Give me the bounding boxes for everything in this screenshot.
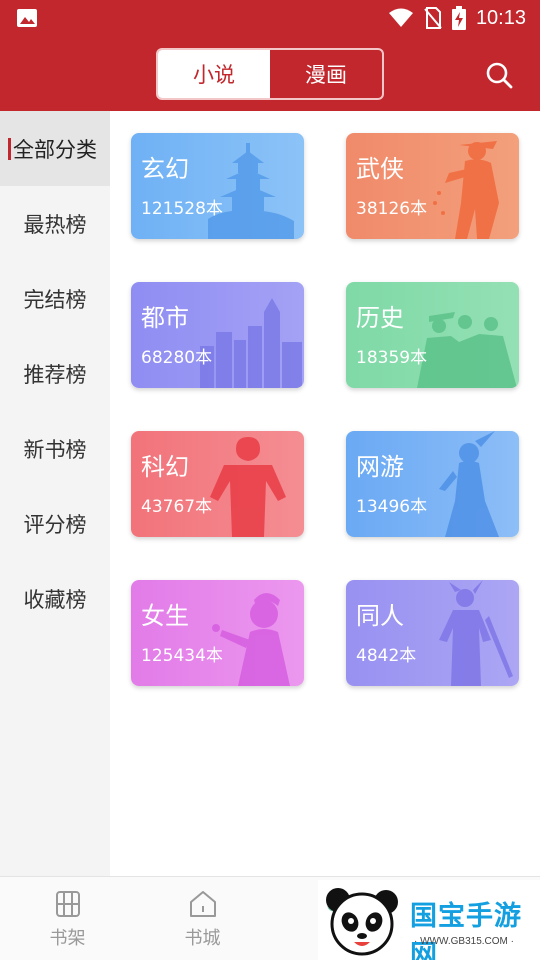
battery-charging-icon (451, 6, 466, 30)
category-count: 4842本 (356, 646, 417, 666)
category-name: 同人 (356, 602, 404, 630)
tab-comic[interactable]: 漫画 (270, 50, 382, 98)
category-name: 女生 (141, 602, 189, 630)
sidebar-item-favorites[interactable]: 收藏榜 (0, 561, 110, 636)
category-card-wuxia[interactable]: 武侠 38126本 (346, 133, 519, 239)
top-header: 小说 漫画 (0, 36, 540, 111)
bookshelf-icon (55, 891, 80, 917)
category-card-xuanhuan[interactable]: 玄幻 121528本 (131, 133, 304, 239)
sidebar-item-recommended[interactable]: 推荐榜 (0, 336, 110, 411)
category-card-tongren[interactable]: 同人 4842本 (346, 580, 519, 686)
watermark-brand: 国宝手游网 (410, 901, 522, 960)
city-skyline-silhouette-icon (200, 298, 302, 388)
elf-girl-silhouette-icon (439, 431, 499, 537)
pagoda-silhouette-icon (208, 143, 294, 239)
clock: 10:13 (475, 6, 526, 29)
category-name: 科幻 (141, 453, 189, 481)
category-count: 68280本 (141, 348, 213, 368)
category-count: 13496本 (356, 497, 428, 517)
category-card-dushi[interactable]: 都市 68280本 (131, 282, 304, 388)
sidebar-item-hottest[interactable]: 最热榜 (0, 186, 110, 261)
warrior-silhouette-icon (439, 580, 513, 686)
category-count: 18359本 (356, 348, 428, 368)
home-icon (189, 891, 216, 917)
category-grid: 玄幻 121528本 武侠 38126本 都市 68280本 历史 18359本… (110, 111, 540, 876)
no-sim-icon (424, 7, 442, 29)
swordsman-silhouette-icon (433, 141, 499, 239)
nav-label: 书架 (49, 928, 86, 949)
category-card-nvsheng[interactable]: 女生 125434本 (131, 580, 304, 686)
sidebar-item-all[interactable]: 全部分类 (0, 111, 110, 186)
status-bar: 10:13 (0, 0, 540, 36)
nav-bookshelf[interactable]: 书架 (0, 877, 135, 960)
sidebar-item-new-books[interactable]: 新书榜 (0, 411, 110, 486)
category-name: 历史 (356, 304, 404, 332)
category-count: 125434本 (141, 646, 223, 666)
nav-bookstore[interactable]: 书城 (135, 877, 270, 960)
watermark-site: · WWW.GB315.COM · (414, 936, 514, 947)
nav-label: 书城 (184, 928, 221, 949)
content-type-switch: 小说 漫画 (156, 48, 384, 100)
category-name: 武侠 (356, 155, 404, 183)
watermark: 国宝手游网 · WWW.GB315.COM · (318, 880, 540, 960)
category-sidebar: 全部分类 最热榜 完结榜 推荐榜 新书榜 评分榜 收藏榜 (0, 111, 110, 876)
category-card-kehuan[interactable]: 科幻 43767本 (131, 431, 304, 537)
category-count: 43767本 (141, 497, 213, 517)
tab-novel[interactable]: 小说 (158, 50, 270, 98)
sidebar-item-completed[interactable]: 完结榜 (0, 261, 110, 336)
search-icon[interactable] (484, 60, 514, 90)
soldiers-silhouette-icon (417, 312, 517, 388)
image-notification-icon (17, 9, 37, 27)
category-card-wangyou[interactable]: 网游 13496本 (346, 431, 519, 537)
category-card-lishi[interactable]: 历史 18359本 (346, 282, 519, 388)
category-name: 玄幻 (141, 155, 189, 183)
category-count: 121528本 (141, 199, 223, 219)
girl-silhouette-icon (212, 593, 290, 686)
sidebar-item-rating[interactable]: 评分榜 (0, 486, 110, 561)
armored-hero-silhouette-icon (210, 437, 286, 537)
category-name: 网游 (356, 453, 404, 481)
category-count: 38126本 (356, 199, 428, 219)
category-name: 都市 (141, 304, 189, 332)
wifi-icon (388, 8, 413, 27)
panda-logo-icon (326, 888, 398, 956)
